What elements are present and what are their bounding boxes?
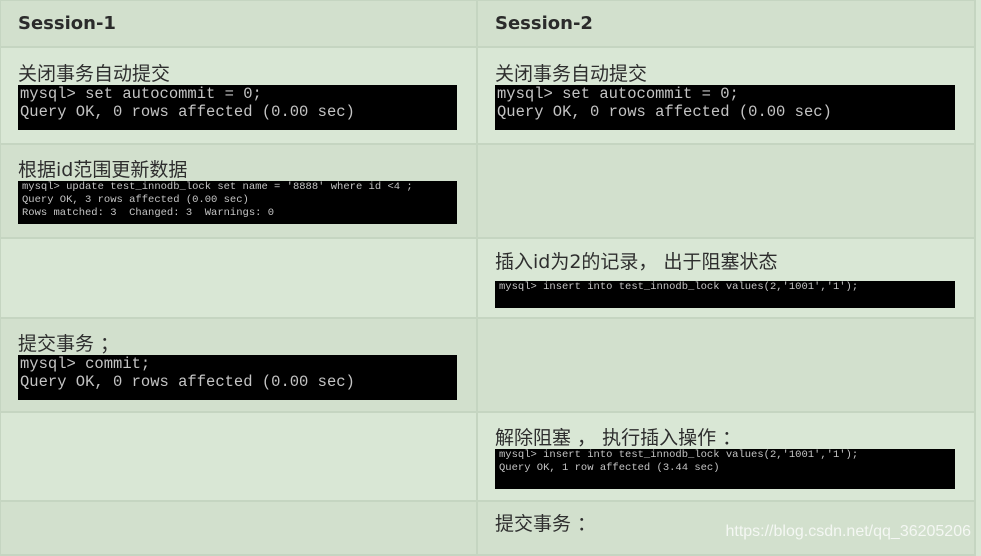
- session-2-cell-empty: [476, 143, 976, 239]
- session-1-cell: 根据id范围更新数据 mysql> update test_innodb_loc…: [0, 143, 478, 239]
- step-label: 关闭事务自动提交: [495, 63, 648, 85]
- terminal-output: mysql> insert into test_innodb_lock valu…: [495, 281, 955, 308]
- step-label: 关闭事务自动提交: [18, 63, 171, 85]
- table-row: 提交事务 ； mysql> commit; Query OK, 0 rows a…: [0, 317, 976, 413]
- watermark-url: https://blog.csdn.net/qq_36205206: [725, 523, 971, 540]
- terminal-output: mysql> commit; Query OK, 0 rows affected…: [18, 355, 457, 400]
- session-1-cell-empty: [0, 500, 478, 556]
- session-1-cell: 提交事务 ； mysql> commit; Query OK, 0 rows a…: [0, 317, 478, 413]
- table-row: 解除阻塞 ， 执行插入操作 ： mysql> insert into test_…: [0, 411, 976, 502]
- session-1-cell-empty: [0, 237, 478, 319]
- terminal-output: mysql> set autocommit = 0; Query OK, 0 r…: [495, 85, 955, 130]
- terminal-output: mysql> update test_innodb_lock set name …: [18, 181, 457, 224]
- session-1-cell: 关闭事务自动提交 mysql> set autocommit = 0; Quer…: [0, 46, 478, 145]
- step-label: 解除阻塞 ， 执行插入操作 ：: [495, 427, 742, 449]
- step-label: 根据id范围更新数据: [18, 159, 188, 181]
- session-1-header: Session-1: [0, 0, 478, 48]
- terminal-output: mysql> set autocommit = 0; Query OK, 0 r…: [18, 85, 457, 130]
- table-row: 插入id为2的记录， 出于阻塞状态 mysql> insert into tes…: [0, 237, 976, 319]
- step-label: 提交事务 ；: [18, 333, 120, 355]
- table-row: 根据id范围更新数据 mysql> update test_innodb_loc…: [0, 143, 976, 239]
- session-2-cell-empty: [476, 317, 976, 413]
- table-row: 关闭事务自动提交 mysql> set autocommit = 0; Quer…: [0, 46, 976, 145]
- session-1-cell-empty: [0, 411, 478, 502]
- session-2-cell: 关闭事务自动提交 mysql> set autocommit = 0; Quer…: [476, 46, 976, 145]
- terminal-output: mysql> insert into test_innodb_lock valu…: [495, 449, 955, 489]
- session-2-cell: 插入id为2的记录， 出于阻塞状态 mysql> insert into tes…: [476, 237, 976, 319]
- step-label: 插入id为2的记录， 出于阻塞状态: [495, 251, 778, 273]
- session-2-header: Session-2: [476, 0, 976, 48]
- session-2-cell: 解除阻塞 ， 执行插入操作 ： mysql> insert into test_…: [476, 411, 976, 502]
- header-row: Session-1 Session-2: [0, 0, 976, 48]
- session-comparison-table: Session-1 Session-2 关闭事务自动提交 mysql> set …: [0, 0, 976, 556]
